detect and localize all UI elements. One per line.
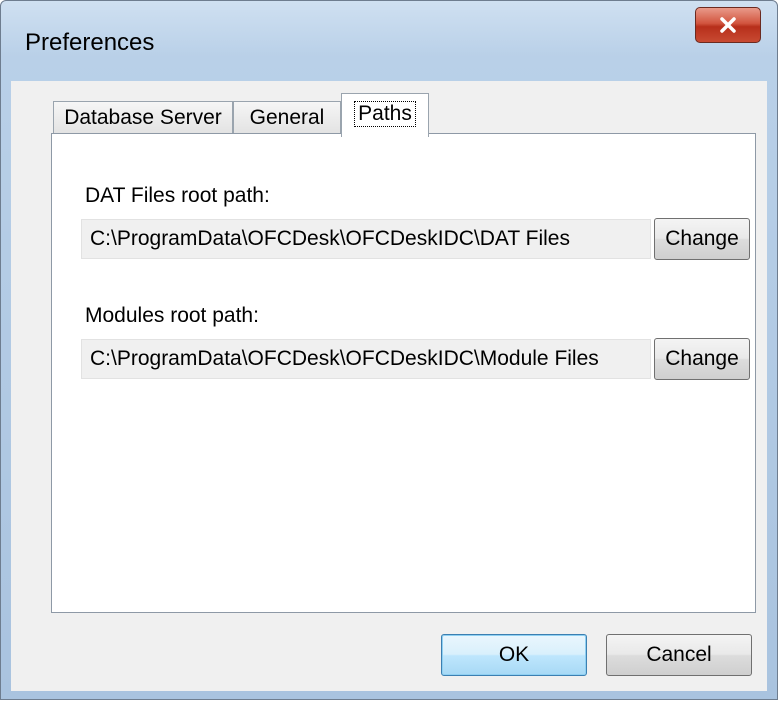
ok-button[interactable]: OK xyxy=(441,634,587,676)
tab-label: Paths xyxy=(354,100,416,127)
modules-root-path-field[interactable]: C:\ProgramData\OFCDesk\OFCDeskIDC\Module… xyxy=(81,339,651,379)
dialog-client-area: Database Server General Paths DAT Files … xyxy=(11,81,767,691)
close-icon xyxy=(718,16,738,34)
tab-label: Database Server xyxy=(64,105,222,129)
dat-files-root-path-label: DAT Files root path: xyxy=(85,184,270,207)
dat-files-root-path-field[interactable]: C:\ProgramData\OFCDesk\OFCDeskIDC\DAT Fi… xyxy=(81,219,651,259)
tab-paths[interactable]: Paths xyxy=(341,93,429,137)
preferences-dialog: Preferences Database Server General Path… xyxy=(0,0,778,700)
dat-change-button[interactable]: Change xyxy=(654,218,750,260)
window-title: Preferences xyxy=(25,29,155,56)
modules-root-path-label: Modules root path: xyxy=(85,304,259,327)
tab-label: General xyxy=(249,105,325,129)
title-bar[interactable]: Preferences xyxy=(1,1,777,81)
modules-change-button[interactable]: Change xyxy=(654,338,750,380)
cancel-button[interactable]: Cancel xyxy=(606,634,752,676)
paths-tab-panel: DAT Files root path: C:\ProgramData\OFCD… xyxy=(51,133,756,613)
tab-general[interactable]: General xyxy=(233,101,341,133)
close-button[interactable] xyxy=(695,7,761,43)
tab-database-server[interactable]: Database Server xyxy=(53,101,233,133)
